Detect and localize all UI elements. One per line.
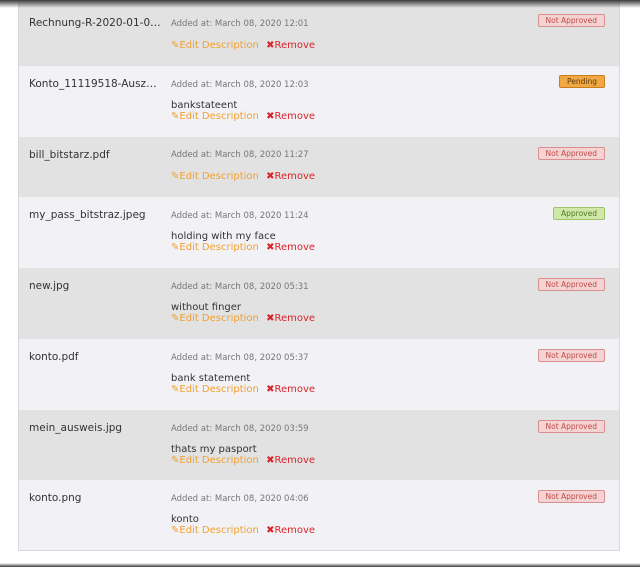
added-date: Added at: March 08, 2020 11:27 xyxy=(171,150,309,160)
added-date: Added at: March 08, 2020 11:24 xyxy=(171,211,309,221)
remove-label: Remove xyxy=(274,171,316,182)
added-date: Added at: March 08, 2020 12:01 xyxy=(171,19,309,29)
remove-link[interactable]: ✖Remove xyxy=(266,242,315,253)
remove-label: Remove xyxy=(274,40,316,51)
edit-description-label: Edit Description xyxy=(179,171,259,182)
added-date: Added at: March 08, 2020 04:06 xyxy=(171,494,309,504)
list-item: bill_bitstarz.pdf Added at: March 08, 20… xyxy=(19,137,619,197)
file-name[interactable]: my_pass_bitstraz.jpeg xyxy=(29,209,161,221)
edit-description-link[interactable]: ✎Edit Description xyxy=(171,40,259,51)
status-badge: Not Approved xyxy=(537,14,605,27)
row-actions: ✎Edit Description ✖Remove xyxy=(171,313,315,324)
file-name[interactable]: mein_ausweis.jpg xyxy=(29,422,161,434)
bottom-shadow xyxy=(0,563,640,567)
edit-description-link[interactable]: ✎Edit Description xyxy=(171,455,259,466)
file-name[interactable]: new.jpg xyxy=(29,280,161,292)
edit-description-label: Edit Description xyxy=(179,242,259,253)
row-actions: ✎Edit Description ✖Remove xyxy=(171,455,315,466)
edit-description-label: Edit Description xyxy=(179,525,259,536)
list-item: new.jpg Added at: March 08, 2020 05:31 w… xyxy=(19,268,619,339)
edit-description-label: Edit Description xyxy=(179,313,259,324)
row-actions: ✎Edit Description ✖Remove xyxy=(171,171,315,182)
remove-label: Remove xyxy=(274,455,316,466)
remove-link[interactable]: ✖Remove xyxy=(266,525,315,536)
edit-description-label: Edit Description xyxy=(179,384,259,395)
remove-label: Remove xyxy=(274,313,316,324)
list-item: mein_ausweis.jpg Added at: March 08, 202… xyxy=(19,410,619,480)
remove-label: Remove xyxy=(274,242,316,253)
list-item: konto.png Added at: March 08, 2020 04:06… xyxy=(19,480,619,550)
file-description: bank statement xyxy=(171,373,251,384)
remove-label: Remove xyxy=(274,525,316,536)
file-name[interactable]: Konto_11119518-Auszug... xyxy=(29,78,161,90)
added-date: Added at: March 08, 2020 03:59 xyxy=(171,424,309,434)
added-date: Added at: March 08, 2020 05:31 xyxy=(171,282,309,292)
remove-link[interactable]: ✖Remove xyxy=(266,40,315,51)
status-badge: Approved xyxy=(553,207,605,220)
edit-description-link[interactable]: ✎Edit Description xyxy=(171,171,259,182)
row-actions: ✎Edit Description ✖Remove xyxy=(171,242,315,253)
file-name[interactable]: konto.png xyxy=(29,492,161,504)
edit-description-link[interactable]: ✎Edit Description xyxy=(171,384,259,395)
file-description: konto xyxy=(171,514,199,525)
edit-description-link[interactable]: ✎Edit Description xyxy=(171,313,259,324)
file-name[interactable]: bill_bitstarz.pdf xyxy=(29,149,161,161)
edit-description-label: Edit Description xyxy=(179,40,259,51)
added-date: Added at: March 08, 2020 12:03 xyxy=(171,80,309,90)
edit-description-label: Edit Description xyxy=(179,111,259,122)
added-date: Added at: March 08, 2020 05:37 xyxy=(171,353,309,363)
status-badge: Not Approved xyxy=(537,420,605,433)
remove-link[interactable]: ✖Remove xyxy=(266,313,315,324)
status-badge: Not Approved xyxy=(537,147,605,160)
status-badge: Pending xyxy=(559,75,605,88)
list-item: Rechnung-R-2020-01-01... Added at: March… xyxy=(19,0,619,66)
file-name[interactable]: Rechnung-R-2020-01-01... xyxy=(29,17,161,29)
list-item: my_pass_bitstraz.jpeg Added at: March 08… xyxy=(19,197,619,268)
remove-link[interactable]: ✖Remove xyxy=(266,171,315,182)
list-item: Konto_11119518-Auszug... Added at: March… xyxy=(19,66,619,137)
remove-link[interactable]: ✖Remove xyxy=(266,384,315,395)
status-badge: Not Approved xyxy=(537,490,605,503)
file-description: without finger xyxy=(171,302,242,313)
row-actions: ✎Edit Description ✖Remove xyxy=(171,384,315,395)
file-description: bankstateent xyxy=(171,100,238,111)
documents-list: Rechnung-R-2020-01-01... Added at: March… xyxy=(18,0,620,551)
status-badge: Not Approved xyxy=(537,278,605,291)
row-actions: ✎Edit Description ✖Remove xyxy=(171,525,315,536)
file-description: thats my pasport xyxy=(171,444,257,455)
edit-description-link[interactable]: ✎Edit Description xyxy=(171,242,259,253)
list-item: konto.pdf Added at: March 08, 2020 05:37… xyxy=(19,339,619,410)
file-description: holding with my face xyxy=(171,231,276,242)
file-name[interactable]: konto.pdf xyxy=(29,351,161,363)
remove-label: Remove xyxy=(274,111,316,122)
edit-description-link[interactable]: ✎Edit Description xyxy=(171,111,259,122)
remove-link[interactable]: ✖Remove xyxy=(266,111,315,122)
row-actions: ✎Edit Description ✖Remove xyxy=(171,111,315,122)
status-badge: Not Approved xyxy=(537,349,605,362)
edit-description-link[interactable]: ✎Edit Description xyxy=(171,525,259,536)
edit-description-label: Edit Description xyxy=(179,455,259,466)
row-actions: ✎Edit Description ✖Remove xyxy=(171,40,315,51)
remove-label: Remove xyxy=(274,384,316,395)
remove-link[interactable]: ✖Remove xyxy=(266,455,315,466)
top-shadow xyxy=(0,0,640,8)
